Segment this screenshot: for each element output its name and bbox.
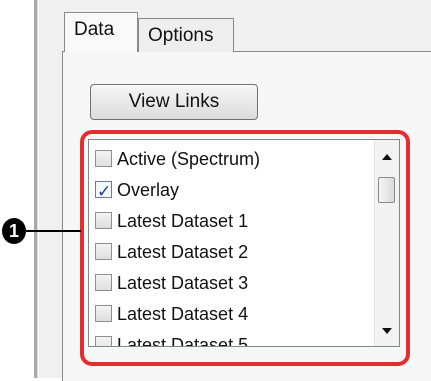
view-links-button[interactable]: View Links [90,84,258,120]
callout-number-badge: 1 [2,218,26,244]
list-item[interactable]: Latest Dataset 4 [93,299,373,330]
tab-data[interactable]: Data [64,12,138,52]
list-item-label: Latest Dataset 5 [117,335,249,347]
scroll-up-arrow-icon[interactable] [382,154,392,160]
list-item-label: Overlay [117,180,180,200]
scroll-down-arrow-icon[interactable] [382,328,392,334]
callout-leader-line [26,230,81,232]
dataset-list: Active (Spectrum) Overlay Latest Dataset… [93,144,373,347]
checkbox[interactable] [95,212,112,229]
list-item-label: Latest Dataset 3 [117,273,249,293]
list-item[interactable]: Latest Dataset 3 [93,268,373,299]
list-item-label: Latest Dataset 2 [117,242,249,262]
list-item[interactable]: Latest Dataset 5 [93,330,373,347]
tab-options[interactable]: Options [138,18,234,52]
list-item[interactable]: Latest Dataset 1 [93,206,373,237]
checkbox[interactable] [95,243,112,260]
scroll-thumb[interactable] [378,177,395,203]
list-item-label: Latest Dataset 1 [117,211,249,231]
list-item[interactable]: Latest Dataset 2 [93,237,373,268]
checkbox[interactable] [95,150,112,167]
window-border [34,0,38,378]
checkbox[interactable] [95,274,112,291]
list-item-label: Latest Dataset 4 [117,304,249,324]
list-item[interactable]: Active (Spectrum) [93,144,373,175]
list-item-label: Active (Spectrum) [117,149,261,169]
vertical-scrollbar[interactable] [374,140,399,346]
checkbox[interactable] [95,305,112,322]
dataset-listbox[interactable]: Active (Spectrum) Overlay Latest Dataset… [88,139,400,347]
checkbox[interactable] [95,176,112,207]
checkbox[interactable] [95,336,112,346]
list-item[interactable]: Overlay [93,175,373,207]
